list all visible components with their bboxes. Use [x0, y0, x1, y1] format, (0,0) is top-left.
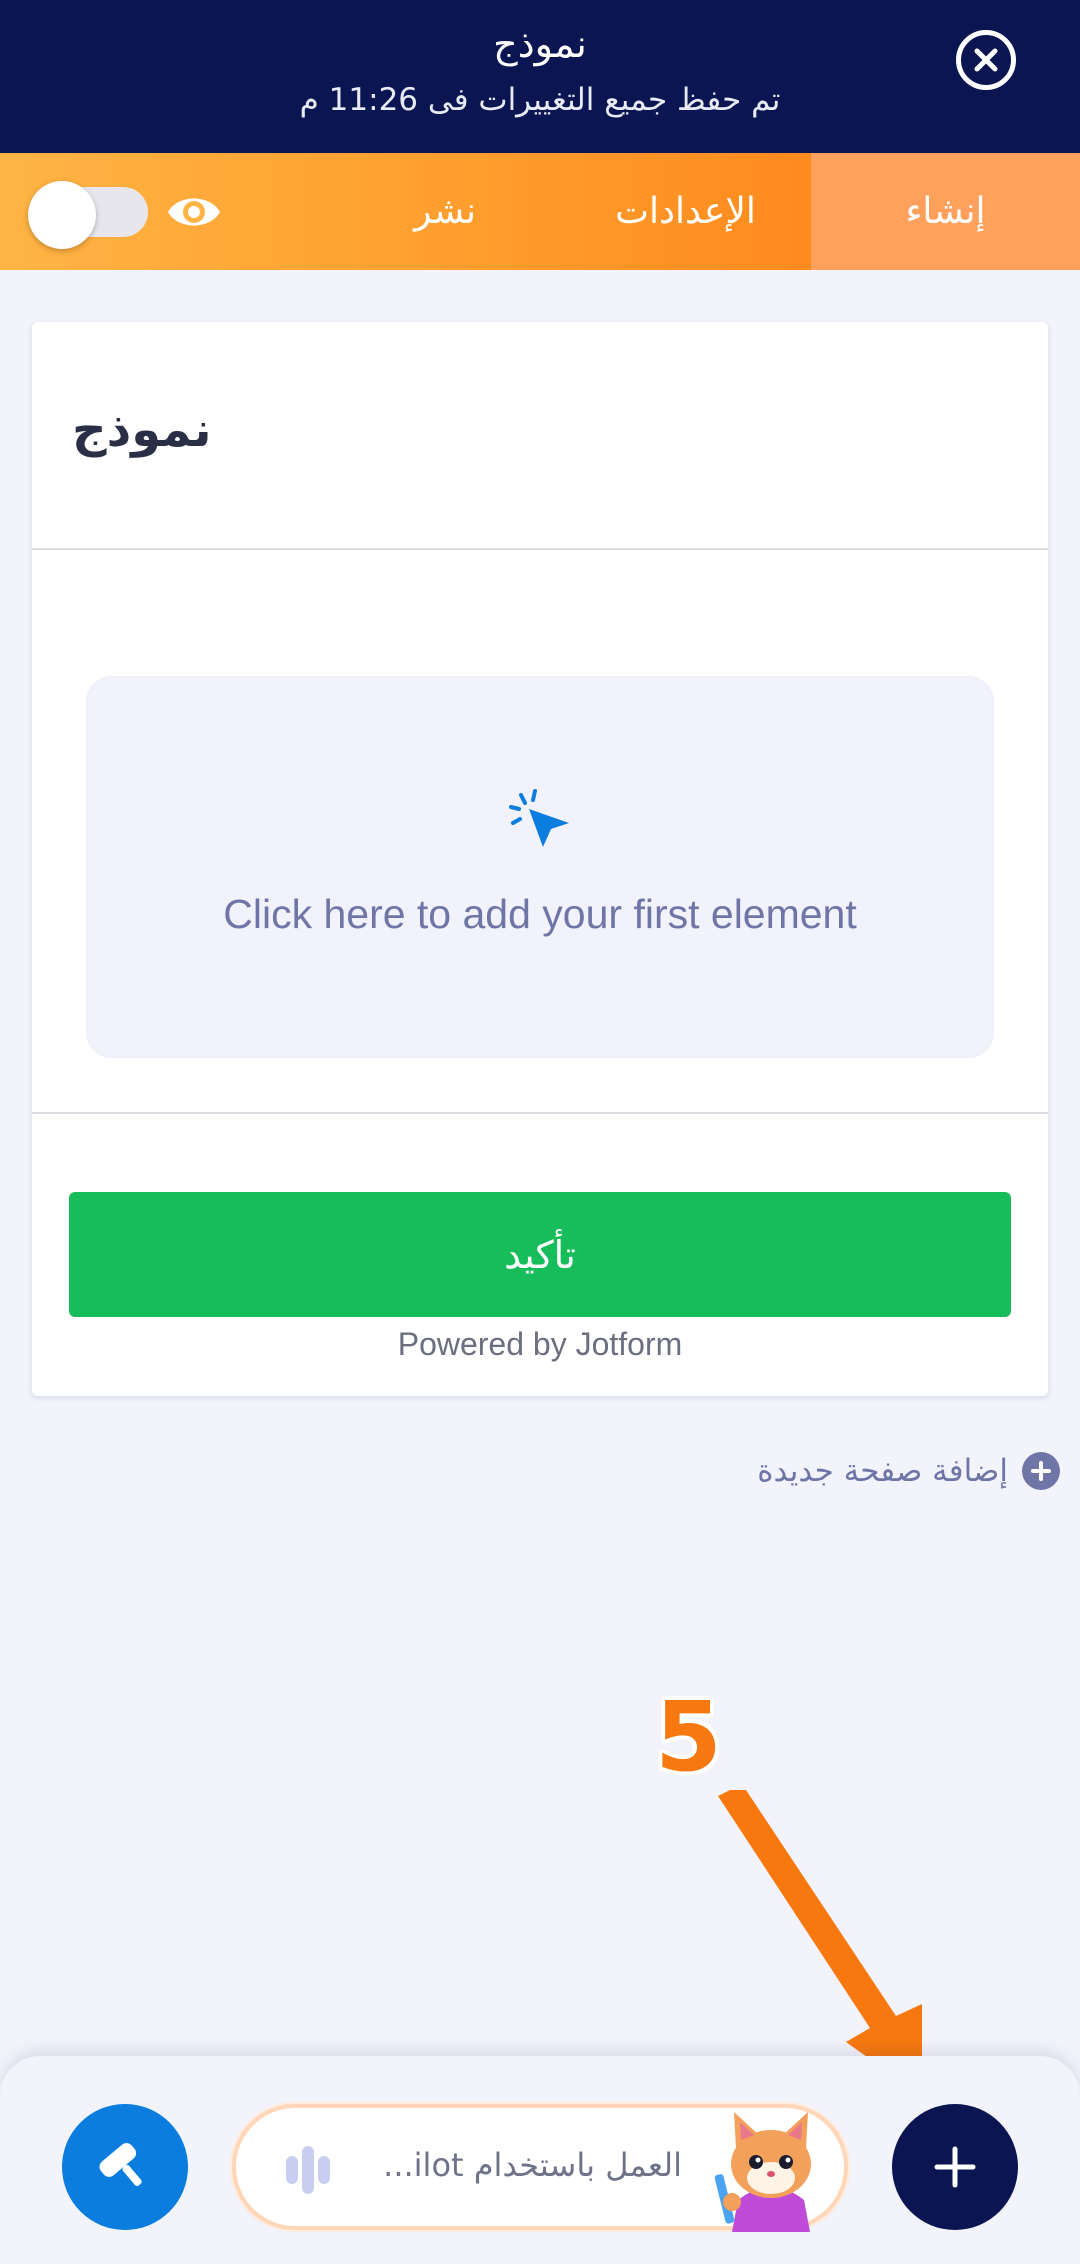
pointer-click-icon: [509, 789, 569, 847]
add-page-label: إضافة صفحة جديدة: [757, 1453, 1008, 1489]
close-icon: [974, 48, 998, 72]
form-name-title[interactable]: نموذج: [0, 20, 1080, 68]
divider: [32, 548, 1048, 550]
powered-by-label: Powered by Jotform: [397, 1326, 683, 1362]
form-heading[interactable]: نموذج: [72, 402, 212, 458]
empty-form-prompt: Click here to add your first element: [223, 891, 857, 937]
toggle-knob: [28, 181, 96, 249]
submit-button[interactable]: تأكيد: [69, 1192, 1011, 1317]
waveform-icon[interactable]: [278, 2138, 338, 2198]
bottom-toolbar: العمل باستخدام ilot...: [0, 2056, 1080, 2264]
ai-input-placeholder: العمل باستخدام ilot...: [383, 2146, 682, 2184]
ai-agent-input[interactable]: العمل باستخدام ilot...: [232, 2104, 848, 2232]
add-first-element-area[interactable]: Click here to add your first element: [86, 676, 994, 1058]
form-card: نموذج Click here to add your first eleme…: [32, 322, 1048, 1396]
add-new-page-link[interactable]: إضافة صفحة جديدة: [720, 1448, 1060, 1494]
preview-toggle[interactable]: [28, 181, 148, 249]
step-number-annotation: 5: [655, 1681, 722, 1793]
mascot-icon: [714, 2112, 811, 2232]
builder-tabs: إنشاء الإعدادات نشر: [0, 153, 1080, 270]
add-element-button[interactable]: [892, 2104, 1018, 2230]
form-designer-button[interactable]: [62, 2104, 188, 2230]
close-button[interactable]: [956, 30, 1016, 90]
plus-circle-icon: [1022, 1452, 1060, 1490]
paint-roller-icon: [99, 2143, 142, 2186]
top-header: نموذج تم حفظ جميع التغييرات فى 11:26 م: [0, 0, 1080, 153]
divider: [32, 1112, 1048, 1114]
tab-publish[interactable]: نشر: [330, 153, 560, 270]
plus-icon: [934, 2146, 976, 2188]
tab-settings[interactable]: الإعدادات: [560, 153, 811, 270]
tab-create[interactable]: إنشاء: [811, 153, 1080, 270]
eye-icon[interactable]: [164, 188, 224, 236]
save-status: تم حفظ جميع التغييرات فى 11:26 م: [299, 82, 781, 118]
